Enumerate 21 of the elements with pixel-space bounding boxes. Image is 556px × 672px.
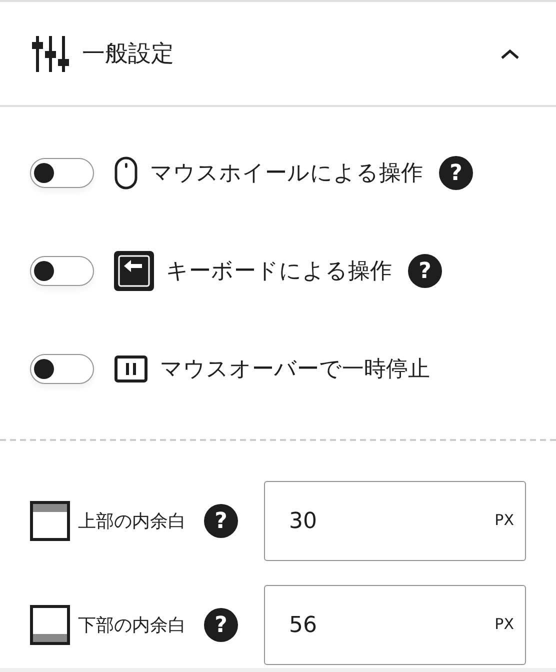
toggle-label: キーボードによる操作 [166, 258, 392, 286]
panel-title: 一般設定 [82, 40, 175, 69]
mouse-icon [114, 156, 138, 190]
chevron-up-icon [500, 48, 520, 60]
toggle-switch[interactable] [30, 256, 94, 286]
padding-label: 上部の内余白 [78, 510, 186, 533]
help-button[interactable]: ? [204, 504, 238, 538]
sliders-icon [30, 36, 70, 72]
padding-top-icon [30, 501, 70, 541]
help-button[interactable]: ? [439, 156, 473, 190]
unit-label: PX [494, 615, 514, 633]
pause-icon [114, 355, 148, 383]
padding-label: 下部の内余白 [78, 614, 186, 637]
toggle-label: マウスホイールによる操作 [150, 160, 423, 188]
toggle-switch[interactable] [30, 158, 94, 188]
help-button[interactable]: ? [408, 254, 442, 288]
padding-bottom-icon [30, 605, 70, 645]
help-button[interactable]: ? [204, 608, 238, 642]
toggle-switch[interactable] [30, 354, 94, 384]
toggle-label: マウスオーバーで一時停止 [160, 356, 430, 384]
unit-label: PX [494, 511, 514, 529]
